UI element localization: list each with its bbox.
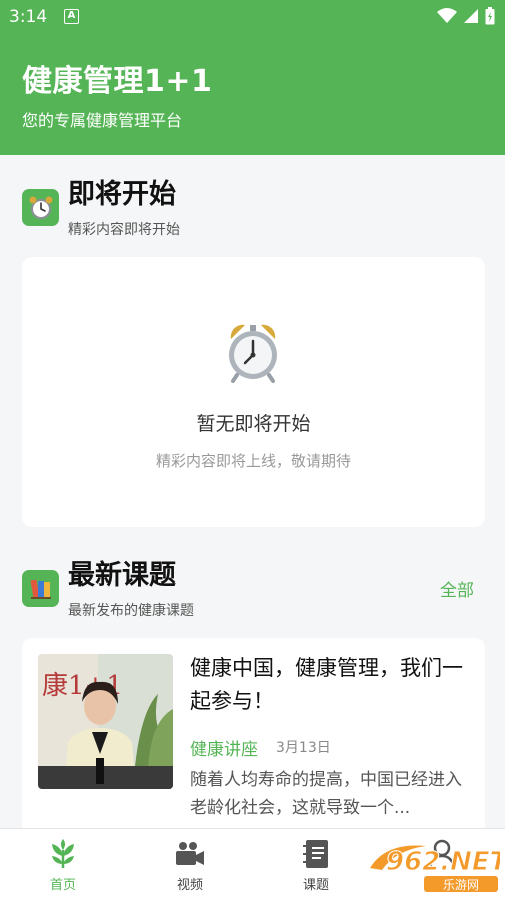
books-icon bbox=[22, 570, 59, 607]
course-card[interactable]: 康1+1 健康中国，健康管理，我们一起参与！ 健康讲座 3月13日 随着人均寿命… bbox=[22, 638, 485, 838]
watermark-logo-text: 962.NET bbox=[386, 847, 500, 877]
course-title: 健康中国，健康管理，我们一起参与！ bbox=[190, 656, 463, 713]
leaf-icon bbox=[52, 839, 74, 868]
view-all-link[interactable]: 全部 bbox=[440, 576, 474, 601]
notebook-icon bbox=[303, 840, 328, 868]
site-watermark: 962.NET 乐游网 bbox=[366, 838, 505, 894]
empty-state-card: 暂无即将开始 精彩内容即将上线，敬请期待 bbox=[22, 257, 485, 527]
notification-icon: A bbox=[64, 9, 79, 24]
status-bar: 3:14 A bbox=[0, 0, 505, 34]
alarm-clock-icon bbox=[22, 189, 59, 226]
section-subtitle-upcoming: 精彩内容即将开始 bbox=[68, 222, 180, 238]
status-icons bbox=[437, 7, 495, 25]
section-title-latest: 最新课题 bbox=[68, 560, 176, 591]
app-header: 3:14 A 健康管理1+1 您的专属健康管理平台 bbox=[0, 0, 505, 155]
nav-label-home: 首页 bbox=[49, 878, 76, 893]
video-camera-icon bbox=[176, 842, 204, 865]
signal-icon bbox=[464, 9, 478, 23]
empty-state-title: 暂无即将开始 bbox=[196, 413, 311, 435]
battery-icon bbox=[485, 7, 495, 25]
section-subtitle-latest: 最新发布的健康课题 bbox=[68, 603, 194, 619]
empty-state-subtitle: 精彩内容即将上线，敬请期待 bbox=[155, 452, 351, 470]
nav-item-topics[interactable]: 课题 bbox=[276, 829, 356, 899]
status-time: 3:14 bbox=[9, 7, 48, 27]
app-subtitle: 您的专属健康管理平台 bbox=[22, 111, 183, 130]
course-description: 随着人均寿命的提高，中国已经进入老龄化社会，这就导致一个... bbox=[190, 770, 462, 818]
course-date: 3月13日 bbox=[276, 740, 331, 756]
course-thumbnail: 康1+1 bbox=[38, 654, 173, 789]
watermark-subtext: 乐游网 bbox=[443, 878, 479, 892]
section-title-upcoming: 即将开始 bbox=[68, 179, 176, 210]
nav-label-topics: 课题 bbox=[302, 878, 329, 893]
nav-item-home[interactable]: 首页 bbox=[23, 829, 103, 899]
nav-item-video[interactable]: 视频 bbox=[150, 829, 230, 899]
alarm-clock-icon bbox=[229, 324, 277, 383]
course-category-tag: 健康讲座 bbox=[190, 740, 258, 760]
wifi-icon bbox=[437, 8, 457, 23]
nav-label-video: 视频 bbox=[176, 878, 203, 893]
app-title: 健康管理1+1 bbox=[22, 64, 213, 99]
